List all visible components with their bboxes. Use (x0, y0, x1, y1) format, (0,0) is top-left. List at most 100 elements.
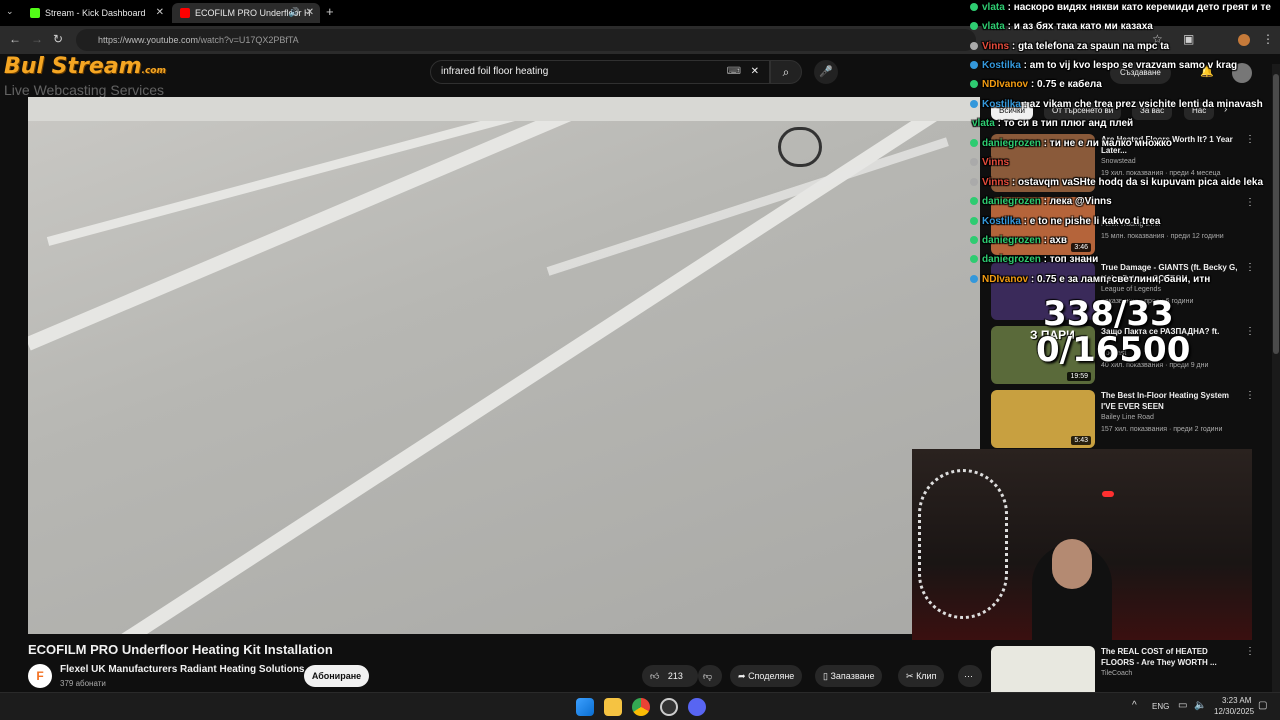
duration-badge: 19:59 (1067, 372, 1091, 381)
notifications-icon[interactable]: ▢ (1258, 700, 1267, 711)
chat-message: Vinns : gta telefona za spaun na mpc ta (970, 41, 1169, 60)
video-player[interactable] (28, 97, 980, 634)
chat-user: vlata (982, 21, 1005, 32)
more-icon: ⋯ (964, 671, 973, 681)
clock-date[interactable]: 12/30/2025 (1214, 707, 1254, 716)
search-input[interactable]: infrared foil floor heating ⌨ ✕ (430, 60, 770, 84)
rec-title[interactable]: The REAL COST of HEATED FLOORS - Are The… (1101, 646, 1241, 668)
share-label: Споделяне (748, 671, 795, 681)
goal-counter-bottom: 0/16500 (1036, 330, 1191, 370)
rec-channel[interactable]: TileCoach (1101, 670, 1132, 677)
chat-user: daniegrozen (982, 235, 1041, 246)
badge-icon (970, 100, 978, 109)
chat-message: NDIvanov : 0.75 е кабела (970, 79, 1102, 98)
audio-playing-icon[interactable]: 🔊 (289, 7, 300, 18)
volume-icon[interactable]: 🔈 (1194, 700, 1206, 711)
file-explorer-icon[interactable] (604, 698, 622, 716)
badge-icon (970, 80, 978, 89)
new-tab-button[interactable]: + (326, 4, 334, 19)
chat-message: vlata : и аз бях така като ми казаха (970, 21, 1153, 40)
tab-kick-dashboard[interactable]: Stream - Kick Dashboard ✕ (22, 3, 170, 23)
list-item[interactable]: 5:43 The Best In-Floor Heating System I'… (991, 390, 1261, 450)
rec-title[interactable]: The Best In-Floor Heating System I'VE EV… (1101, 390, 1241, 412)
subscribe-button[interactable]: Абониране (304, 665, 369, 687)
share-icon: ➦ (738, 671, 746, 681)
chat-message: daniegrozen : ахв (970, 235, 1067, 254)
chat-text: ostavqm vaSHte hodq da si kupuvam pica a… (1017, 177, 1264, 188)
chat-user: Kostilka (982, 99, 1021, 110)
cable-coil (778, 127, 822, 167)
video-thumbnail[interactable]: 5:43 (991, 390, 1095, 448)
kick-favicon-icon (30, 8, 40, 18)
discord-icon[interactable] (688, 698, 706, 716)
scissors-icon: ✂ (906, 671, 914, 681)
close-tab-icon[interactable]: ✕ (306, 7, 314, 18)
chat-text: то си в тип плюг анд плей (1003, 118, 1134, 129)
save-button[interactable]: ▯ Запазване (815, 665, 883, 687)
chat-text: 0.75 е за ламп, светлини, бани, итн (1037, 274, 1211, 285)
brand-suffix: .com (141, 66, 166, 76)
duration-badge: 5:43 (1071, 436, 1091, 445)
chat-message: vlata : то си в тип плюг анд плей (972, 118, 1134, 129)
back-button[interactable]: ← (9, 32, 21, 46)
badge-icon (970, 236, 978, 245)
like-button[interactable]: 👍︎ 213 (642, 665, 698, 687)
obs-icon[interactable] (660, 698, 678, 716)
chat-text: и аз бях така като ми казаха (1013, 21, 1153, 32)
windows-start-icon[interactable] (576, 698, 594, 716)
chat-message: daniegrozen : лека @Vinns (970, 196, 1112, 215)
clear-search-icon[interactable]: ✕ (751, 61, 759, 83)
stream-chat-overlay: vlata : наскоро видях някви като керемид… (970, 0, 1280, 300)
chat-text: наскоро видях някви като керемиди дето г… (1013, 2, 1271, 13)
more-options-icon[interactable]: ⋮ (1245, 326, 1255, 337)
address-bar[interactable]: https://www.youtube.com/watch?v=U17QX2PB… (76, 29, 976, 51)
microphone-icon: 🎤 (819, 66, 833, 78)
search-button[interactable]: ⌕ (770, 60, 802, 84)
brand-logo: Bul Stream.com (4, 54, 166, 79)
input-language[interactable]: ENG (1152, 702, 1169, 711)
badge-icon (970, 178, 978, 187)
search-icon: ⌕ (782, 65, 790, 79)
badge-icon (970, 255, 978, 264)
keyboard-icon[interactable]: ⌨ (727, 61, 741, 83)
network-icon[interactable]: ▭ (1178, 700, 1187, 711)
save-label: Запазване (830, 671, 875, 681)
share-button[interactable]: ➦ Споделяне (730, 665, 803, 687)
tab-list-chevron-icon[interactable]: ⌄ (6, 6, 14, 17)
chat-user: Vinns (982, 157, 1010, 168)
chat-message: Kostilka : az vikam che trea prez vsichi… (970, 99, 1263, 118)
voice-search-button[interactable]: 🎤 (814, 60, 838, 84)
clip-button[interactable]: ✂ Клип (898, 665, 945, 687)
more-actions-button[interactable]: ⋯ (958, 665, 982, 687)
hanging-chair (918, 469, 1008, 619)
chat-message: NDIvanov : 0.75 е за ламп, светлини, бан… (970, 274, 1210, 293)
badge-icon (970, 197, 978, 206)
badge-icon (970, 42, 978, 51)
rec-channel[interactable]: Bailey Line Road (1101, 414, 1154, 421)
tab-youtube-video[interactable]: ECOFILM PRO Underfloor H 🔊 ✕ (172, 3, 320, 23)
more-options-icon[interactable]: ⋮ (1245, 390, 1255, 401)
reload-button[interactable]: ↻ (53, 32, 63, 46)
clock-time[interactable]: 3:23 AM (1222, 696, 1251, 705)
dislike-button[interactable]: 👎︎ (698, 665, 722, 687)
chat-text: лека @Vinns (1049, 196, 1112, 207)
chat-user: Kostilka (982, 216, 1021, 227)
chat-user: daniegrozen (982, 138, 1041, 149)
badge-icon (970, 158, 978, 167)
tab-label: Stream - Kick Dashboard (45, 8, 146, 18)
forward-button[interactable]: → (31, 32, 43, 46)
chat-message: Kostilka : am to vij kvo lespo se vrazva… (970, 60, 1237, 79)
channel-name[interactable]: Flexel UK Manufacturers Radiant Heating … (60, 664, 304, 675)
chat-text: топ знани (1049, 254, 1099, 265)
chat-message: vlata : наскоро видях някви като керемид… (970, 2, 1271, 21)
thumbs-down-icon: 👎︎ (703, 671, 713, 681)
wall-strip (28, 97, 980, 121)
brand-subtitle: Live Webcasting Services (4, 82, 165, 98)
more-options-icon[interactable]: ⋮ (1245, 646, 1255, 657)
chrome-icon[interactable] (632, 698, 650, 716)
channel-avatar[interactable]: F (28, 664, 52, 688)
close-tab-icon[interactable]: ✕ (156, 7, 164, 18)
chat-text: am to vij kvo lespo se vrazvam samo v kr… (1029, 60, 1238, 71)
chat-user: Vinns (982, 41, 1010, 52)
tray-chevron-icon[interactable]: ^ (1132, 700, 1137, 711)
